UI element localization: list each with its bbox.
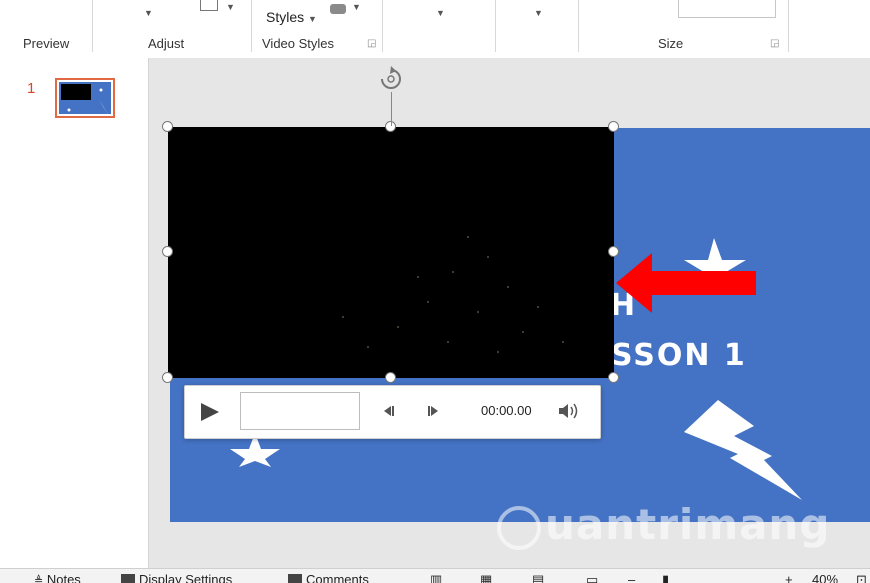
dialog-launcher-icon[interactable]: ◲	[367, 38, 376, 49]
resize-handle[interactable]	[162, 121, 173, 132]
seek-bar[interactable]	[240, 392, 360, 430]
slide-sorter-icon[interactable]: ▦	[480, 572, 492, 583]
slide-thumbnails-pane: 1	[0, 58, 149, 568]
chevron-down-icon[interactable]: ▼	[534, 8, 543, 18]
group-separator	[382, 0, 383, 52]
notes-button[interactable]: ≜ Notes	[34, 572, 81, 583]
display-settings-button[interactable]: Display Settings	[121, 572, 232, 583]
lightning-icon	[684, 400, 802, 500]
status-bar: ≜ Notes Display Settings Comments ▥ ▦ ▤ …	[0, 568, 870, 583]
slideshow-icon[interactable]: ▭	[586, 572, 598, 583]
chevron-down-icon[interactable]: ▼	[226, 2, 235, 12]
size-input[interactable]	[678, 0, 776, 18]
group-label-video-styles: Video Styles	[262, 36, 335, 51]
red-arrow-icon	[616, 253, 756, 313]
group-separator	[495, 0, 496, 52]
zoom-out-icon[interactable]: –	[628, 572, 635, 583]
group-label-preview: Preview	[23, 36, 70, 51]
resize-handle[interactable]	[608, 246, 619, 257]
slide-thumbnail-image	[59, 82, 111, 114]
group-separator	[788, 0, 789, 52]
chevron-down-icon[interactable]: ▼	[144, 8, 153, 18]
corrections-icon[interactable]	[200, 0, 218, 11]
video-sparkles	[342, 236, 564, 353]
rotate-icon[interactable]	[377, 66, 405, 92]
video-styles-dropdown[interactable]: Styles ▼	[266, 9, 317, 25]
comments-button[interactable]: Comments	[288, 572, 369, 583]
watermark-text: uantrimang	[545, 500, 831, 549]
play-icon[interactable]	[195, 397, 223, 427]
rotate-connector	[391, 92, 392, 126]
resize-handle[interactable]	[608, 372, 619, 383]
fit-slide-icon[interactable]: ⊡	[856, 572, 867, 583]
group-label-adjust: Adjust	[148, 36, 185, 51]
zoom-slider[interactable]: ▮	[662, 572, 669, 583]
normal-view-icon[interactable]: ▥	[430, 572, 442, 583]
volume-icon[interactable]	[557, 401, 581, 421]
resize-handle[interactable]	[385, 372, 396, 383]
resize-handle[interactable]	[162, 246, 173, 257]
resize-handle[interactable]	[608, 121, 619, 132]
slide-title-line2: SSON 1	[611, 338, 747, 373]
group-separator	[251, 0, 252, 52]
video-frame[interactable]	[168, 127, 614, 378]
slide-number: 1	[27, 80, 36, 97]
chevron-down-icon[interactable]: ▼	[352, 2, 361, 12]
dialog-launcher-icon[interactable]: ◲	[770, 38, 779, 49]
playback-time: 00:00.00	[481, 403, 532, 418]
reading-view-icon[interactable]: ▤	[532, 572, 544, 583]
group-label-size: Size	[658, 36, 684, 51]
video-shape-icon[interactable]	[330, 4, 346, 14]
slide-thumbnail[interactable]	[55, 78, 115, 118]
group-separator	[578, 0, 579, 52]
step-back-icon[interactable]	[381, 404, 397, 418]
video-playback-bar: 00:00.00	[184, 385, 601, 439]
chevron-down-icon[interactable]: ▼	[436, 8, 445, 18]
group-separator	[92, 0, 93, 52]
step-forward-icon[interactable]	[425, 404, 441, 418]
watermark-logo	[497, 506, 541, 550]
zoom-level[interactable]: 40%	[812, 572, 838, 583]
zoom-in-icon[interactable]: +	[785, 572, 793, 583]
ribbon: ▼ ▼ Styles ▼ ▼ ▼ ▼ Preview Adjust Video …	[0, 0, 870, 59]
resize-handle[interactable]	[162, 372, 173, 383]
